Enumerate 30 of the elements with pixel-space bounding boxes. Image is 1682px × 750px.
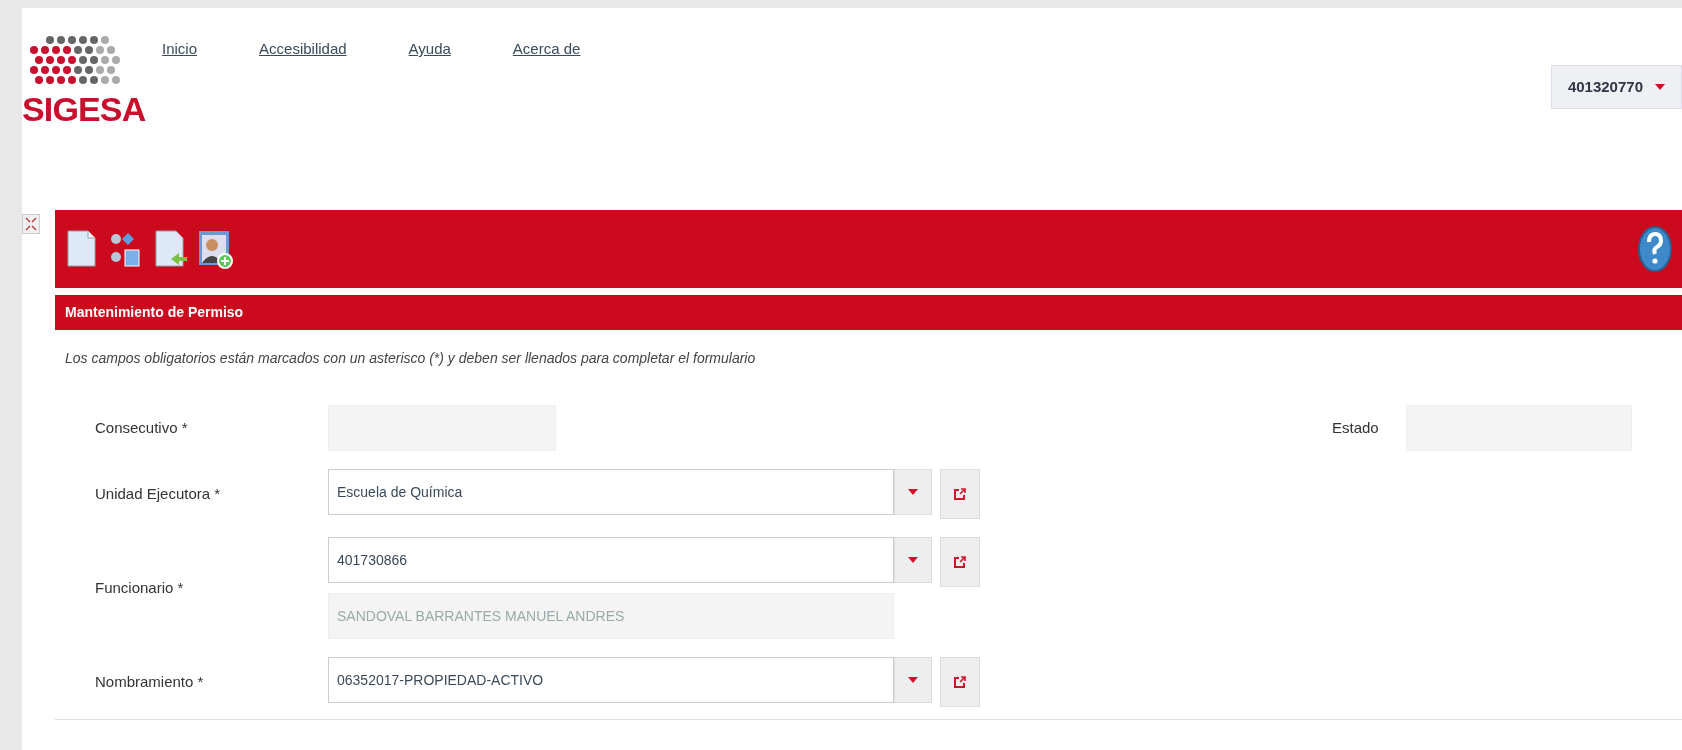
external-link-icon (954, 556, 966, 568)
caret-icon (908, 557, 918, 563)
field-label: Funcionario * (95, 577, 185, 598)
input-field[interactable]: 401730866 (328, 537, 894, 583)
open-link-button[interactable] (940, 657, 980, 707)
open-link-button[interactable] (940, 537, 980, 587)
external-link-icon (954, 676, 966, 688)
input-field[interactable]: Escuela de Química (328, 469, 894, 515)
nav-link[interactable]: Accesibilidad (259, 38, 347, 61)
field-label: Unidad Ejecutora * (95, 483, 222, 504)
panel-title: Mantenimiento de Permiso (55, 295, 1682, 330)
expand-icon[interactable] (22, 214, 40, 234)
caret-icon (908, 489, 918, 495)
help-icon[interactable] (1638, 226, 1672, 272)
instruction-text: Los campos obligatorios están marcados con un asterisco (*) y deben ser llenados para completar el formulario (64, 349, 757, 368)
input-field[interactable]: 06352017-PROPIEDAD-ACTIVO (328, 657, 894, 703)
caret-icon (908, 677, 918, 683)
field-label: Nombramiento * (95, 671, 205, 692)
user-add-icon[interactable] (197, 229, 233, 269)
user-menu[interactable]: 401320770 (1550, 65, 1682, 109)
logo-text: SIGESA (22, 92, 146, 126)
nav-link[interactable]: Acerca de (512, 38, 581, 61)
open-link-button[interactable] (940, 469, 980, 519)
document-arrow-icon[interactable] (153, 229, 189, 269)
field-label: Estado (1332, 417, 1380, 438)
nav-link[interactable]: Inicio (162, 38, 198, 61)
field-label: Consecutivo * (95, 417, 189, 438)
caret-icon (1655, 84, 1665, 90)
external-link-icon (954, 488, 966, 500)
nav-link[interactable]: Ayuda (408, 38, 451, 61)
